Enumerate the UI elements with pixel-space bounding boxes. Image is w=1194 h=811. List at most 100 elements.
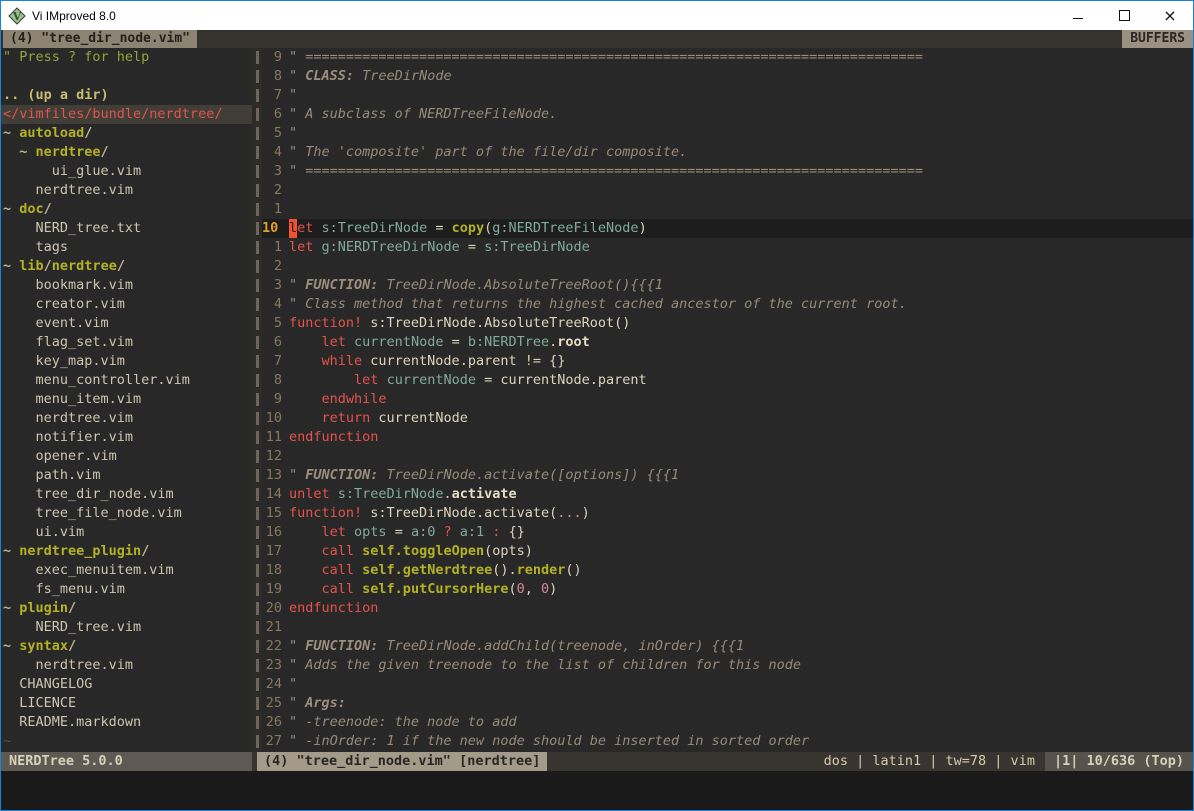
code-line[interactable]: 1let g:NERDTreeDirNode = s:TreeDirNode: [262, 238, 1193, 257]
code-line[interactable]: 24": [262, 675, 1193, 694]
code-line[interactable]: 17 call self.toggleOpen(opts): [262, 542, 1193, 561]
code-line[interactable]: 7 while currentNode.parent != {}: [262, 352, 1193, 371]
line-number: 22: [262, 637, 282, 656]
tree-row[interactable]: ~ nerdtree/: [1, 143, 252, 162]
code-line[interactable]: 2: [262, 181, 1193, 200]
code-line[interactable]: 14unlet s:TreeDirNode.activate: [262, 485, 1193, 504]
tree-row[interactable]: [1, 67, 252, 86]
code-line[interactable]: 8" CLASS: TreeDirNode: [262, 67, 1193, 86]
scroll-position: |1| 10/636 (Top): [1045, 752, 1193, 771]
code-line[interactable]: 16 let opts = a:0 ? a:1 : {}: [262, 523, 1193, 542]
tree-row[interactable]: tree_dir_node.vim: [1, 485, 252, 504]
line-number: 3: [262, 162, 282, 181]
tree-row[interactable]: LICENCE: [1, 694, 252, 713]
tree-row[interactable]: menu_item.vim: [1, 390, 252, 409]
code-line[interactable]: 15function! s:TreeDirNode.activate(...): [262, 504, 1193, 523]
tree-row[interactable]: ~ nerdtree_plugin/: [1, 542, 252, 561]
tree-row[interactable]: ~ lib/nerdtree/: [1, 257, 252, 276]
code-line[interactable]: 3" =====================================…: [262, 162, 1193, 181]
tree-row[interactable]: key_map.vim: [1, 352, 252, 371]
tree-row[interactable]: opener.vim: [1, 447, 252, 466]
tab-tree-dir-node[interactable]: (4) "tree_dir_node.vim": [3, 30, 197, 48]
code-line[interactable]: 7": [262, 86, 1193, 105]
file-flags: dos | latin1 | tw=78 | vim: [824, 752, 1045, 771]
code-line[interactable]: 3" FUNCTION: TreeDirNode.AbsoluteTreeRoo…: [262, 276, 1193, 295]
tree-row[interactable]: ~ autoload/: [1, 124, 252, 143]
code-line[interactable]: 6" A subclass of NERDTreeFileNode.: [262, 105, 1193, 124]
tree-row[interactable]: creator.vim: [1, 295, 252, 314]
code-line[interactable]: 12: [262, 447, 1193, 466]
tree-row[interactable]: nerdtree.vim: [1, 656, 252, 675]
code-line[interactable]: 8 let currentNode = currentNode.parent: [262, 371, 1193, 390]
tree-row[interactable]: " Press ? for help: [1, 48, 252, 67]
tree-row[interactable]: README.markdown: [1, 713, 252, 732]
tree-row[interactable]: ~ doc/: [1, 200, 252, 219]
tree-row[interactable]: ~: [1, 732, 252, 751]
code-line[interactable]: 18 call self.getNerdtree().render(): [262, 561, 1193, 580]
code-line[interactable]: 9 endwhile: [262, 390, 1193, 409]
tree-row[interactable]: .. (up a dir): [1, 86, 252, 105]
code-line[interactable]: 26" -treenode: the node to add: [262, 713, 1193, 732]
code-line[interactable]: 22" FUNCTION: TreeDirNode.addChild(treen…: [262, 637, 1193, 656]
tree-row-root[interactable]: </vimfiles/bundle/nerdtree/: [1, 105, 252, 124]
tree-row[interactable]: ui.vim: [1, 523, 252, 542]
separator-segment: [252, 637, 262, 656]
maximize-button[interactable]: [1101, 1, 1147, 30]
separator-segment: [252, 618, 262, 637]
tabline-fill: [197, 30, 1122, 48]
code-line[interactable]: 27" -inOrder: 1 if the new node should b…: [262, 732, 1193, 751]
separator-segment: [252, 409, 262, 428]
code-line[interactable]: 21: [262, 618, 1193, 637]
code-line[interactable]: 1: [262, 200, 1193, 219]
tree-row[interactable]: exec_menuitem.vim: [1, 561, 252, 580]
code-line[interactable]: 5": [262, 124, 1193, 143]
tree-row[interactable]: bookmark.vim: [1, 276, 252, 295]
tree-row[interactable]: notifier.vim: [1, 428, 252, 447]
close-button[interactable]: ×: [1147, 1, 1193, 30]
code-line-cursor[interactable]: 10let s:TreeDirNode = copy(g:NERDTreeFil…: [262, 219, 1193, 238]
separator-segment: [252, 219, 262, 238]
code-line[interactable]: 9" =====================================…: [262, 48, 1193, 67]
tree-row[interactable]: NERD_tree.txt: [1, 219, 252, 238]
code-line[interactable]: 5function! s:TreeDirNode.AbsoluteTreeRoo…: [262, 314, 1193, 333]
code-line[interactable]: 6 let currentNode = b:NERDTree.root: [262, 333, 1193, 352]
tree-row[interactable]: path.vim: [1, 466, 252, 485]
separator-segment: [252, 447, 262, 466]
tree-row[interactable]: ui_glue.vim: [1, 162, 252, 181]
code-line[interactable]: 25" Args:: [262, 694, 1193, 713]
buffers-tab[interactable]: BUFFERS: [1122, 30, 1193, 48]
line-number: 3: [262, 276, 282, 295]
code-line[interactable]: 4" Class method that returns the highest…: [262, 295, 1193, 314]
code-line[interactable]: 4" The 'composite' part of the file/dir …: [262, 143, 1193, 162]
window-separator[interactable]: [252, 48, 262, 752]
tree-row[interactable]: ~ plugin/: [1, 599, 252, 618]
tree-row[interactable]: tree_file_node.vim: [1, 504, 252, 523]
tree-row[interactable]: CHANGELOG: [1, 675, 252, 694]
separator-segment: [252, 656, 262, 675]
tree-row[interactable]: nerdtree.vim: [1, 409, 252, 428]
separator-segment: [252, 675, 262, 694]
command-line[interactable]: [1, 771, 1193, 810]
code-line[interactable]: 23" Adds the given treenode to the list …: [262, 656, 1193, 675]
close-icon: ×: [1163, 8, 1176, 24]
tree-row[interactable]: ~ syntax/: [1, 637, 252, 656]
code-line[interactable]: 11endfunction: [262, 428, 1193, 447]
tree-row[interactable]: event.vim: [1, 314, 252, 333]
tree-row[interactable]: tags: [1, 238, 252, 257]
code-line[interactable]: 19 call self.putCursorHere(0, 0): [262, 580, 1193, 599]
code-line[interactable]: 10 return currentNode: [262, 409, 1193, 428]
tree-row[interactable]: menu_controller.vim: [1, 371, 252, 390]
separator-segment: [252, 485, 262, 504]
line-number: 24: [262, 675, 282, 694]
code-line[interactable]: 13" FUNCTION: TreeDirNode.activate([opti…: [262, 466, 1193, 485]
separator-segment: [252, 67, 262, 86]
minimize-button[interactable]: [1055, 1, 1101, 30]
code-line[interactable]: 20endfunction: [262, 599, 1193, 618]
code-line[interactable]: 2: [262, 257, 1193, 276]
tree-row[interactable]: nerdtree.vim: [1, 181, 252, 200]
tree-row[interactable]: fs_menu.vim: [1, 580, 252, 599]
line-number: 10: [262, 219, 282, 238]
line-number: 20: [262, 599, 282, 618]
tree-row[interactable]: flag_set.vim: [1, 333, 252, 352]
tree-row[interactable]: NERD_tree.vim: [1, 618, 252, 637]
